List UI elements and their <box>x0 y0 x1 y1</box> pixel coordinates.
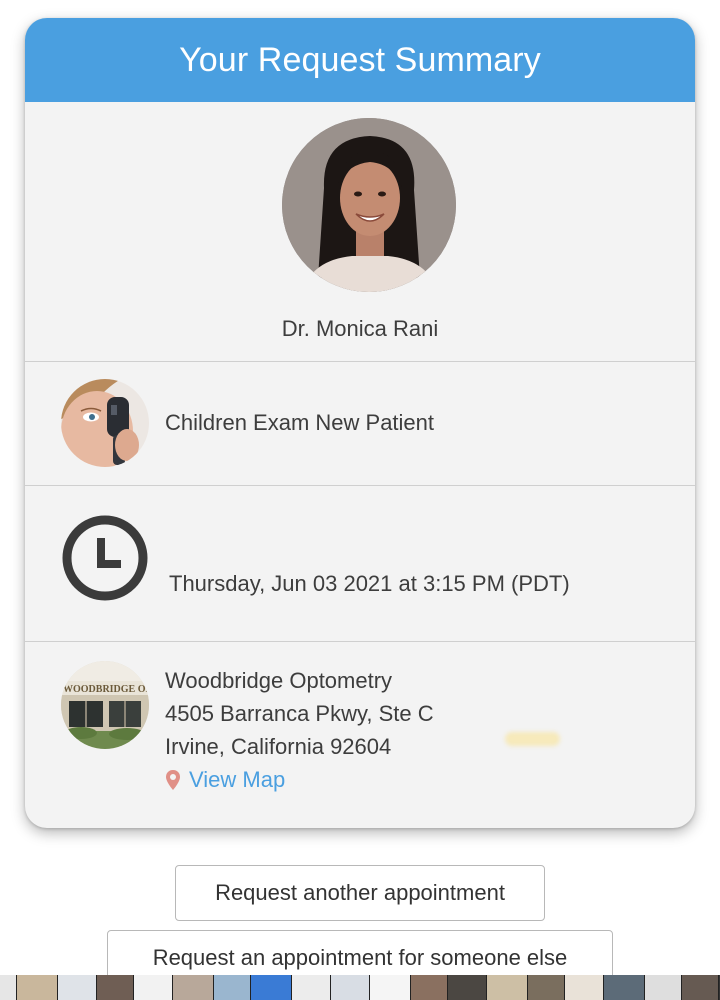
office-thumbnail: WOODBRIDGE OPTOM <box>61 661 149 749</box>
location-section: WOODBRIDGE OPTOM Woodbridge Optometry 45… <box>25 641 695 828</box>
service-section: Children Exam New Patient <box>25 361 695 485</box>
request-another-appointment-button[interactable]: Request another appointment <box>175 865 545 921</box>
appointment-datetime: Thursday, Jun 03 2021 at 3:15 PM (PDT) <box>169 571 570 596</box>
map-pin-icon <box>166 769 180 790</box>
view-map-link[interactable]: View Map <box>165 763 434 796</box>
service-name: Children Exam New Patient <box>165 410 435 435</box>
request-summary-card: Your Request Summary Dr. Monica Rani Chi… <box>25 18 695 828</box>
datetime-section: Thursday, Jun 03 2021 at 3:15 PM (PDT) <box>25 485 695 641</box>
location-name: Woodbridge Optometry <box>165 668 393 693</box>
location-address-line2: Irvine, California 92604 <box>165 734 392 759</box>
provider-name: Dr. Monica Rani <box>281 316 439 341</box>
card-title: Your Request Summary <box>179 40 541 79</box>
view-map-label[interactable]: View Map <box>189 763 285 796</box>
card-header: Your Request Summary <box>25 18 695 102</box>
screen-smudge <box>505 732 560 746</box>
clock-icon <box>61 514 149 602</box>
location-details: Woodbridge Optometry 4505 Barranca Pkwy,… <box>165 664 434 796</box>
photo-thumbnail-strip <box>0 975 720 1000</box>
provider-section: Dr. Monica Rani <box>25 102 695 361</box>
eye-exam-thumbnail <box>61 379 149 467</box>
location-address-line1: 4505 Barranca Pkwy, Ste C <box>165 701 434 726</box>
office-sign-text: WOODBRIDGE OPTOM <box>63 684 149 695</box>
provider-avatar <box>282 118 456 292</box>
